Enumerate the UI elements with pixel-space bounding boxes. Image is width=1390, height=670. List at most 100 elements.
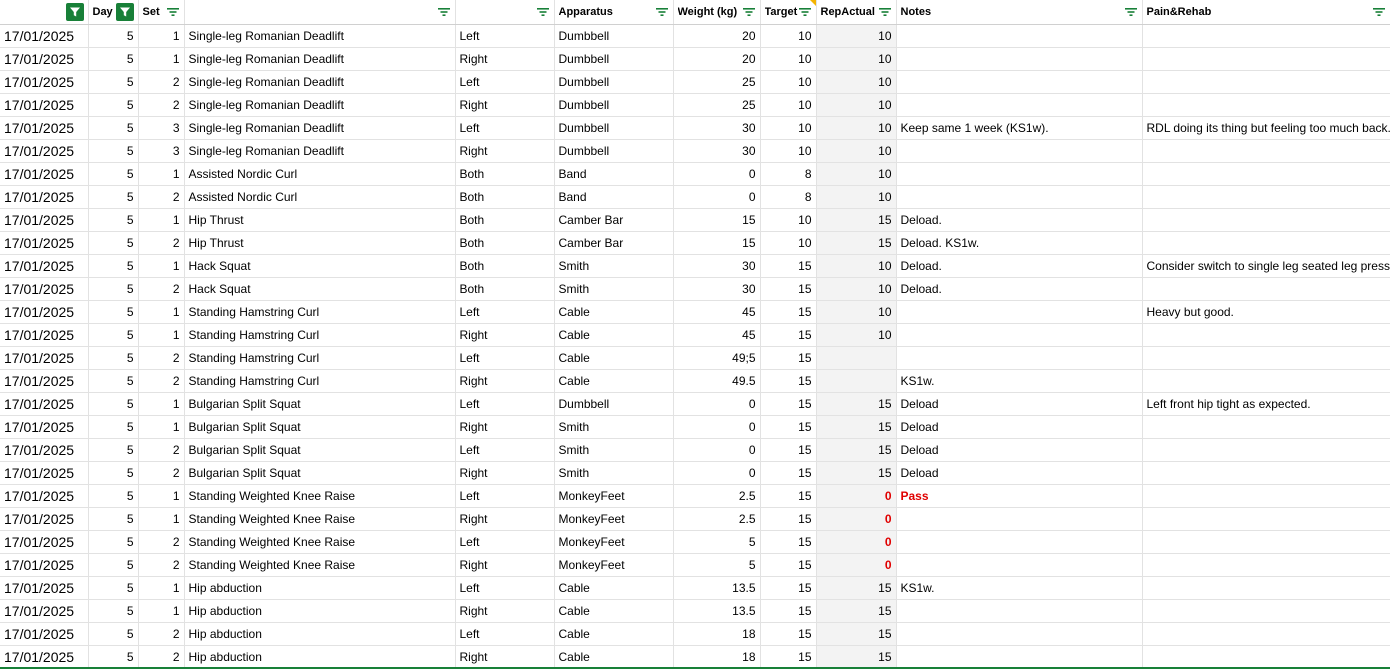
cell-repactual[interactable]: 15	[816, 415, 897, 439]
cell-day[interactable]: 5	[88, 93, 139, 117]
cell-notes[interactable]	[896, 622, 1143, 646]
cell-exercise[interactable]: Hip abduction	[184, 599, 456, 623]
cell-repactual[interactable]: 0	[816, 507, 897, 531]
cell-apparatus[interactable]: MonkeyFeet	[554, 507, 674, 531]
cell-exercise[interactable]: Standing Hamstring Curl	[184, 300, 456, 324]
cell-repactual[interactable]: 10	[816, 93, 897, 117]
cell-weight[interactable]: 0	[673, 162, 761, 186]
cell-side[interactable]: Left	[455, 576, 555, 600]
cell-date[interactable]: 17/01/2025	[0, 553, 89, 577]
cell-weight[interactable]: 2.5	[673, 507, 761, 531]
cell-notes[interactable]	[896, 346, 1143, 370]
cell-repactual[interactable]	[816, 346, 897, 370]
cell-repactual[interactable]: 15	[816, 208, 897, 232]
cell-date[interactable]: 17/01/2025	[0, 346, 89, 370]
cell-set[interactable]: 1	[138, 323, 185, 347]
cell-pain[interactable]: RDL doing its thing but feeling too much…	[1142, 116, 1390, 140]
cell-notes[interactable]: Deload.	[896, 277, 1143, 301]
cell-repactual[interactable]: 15	[816, 599, 897, 623]
cell-notes[interactable]: Deload. KS1w.	[896, 231, 1143, 255]
filter-icon[interactable]	[798, 5, 812, 19]
cell-notes[interactable]	[896, 530, 1143, 554]
cell-notes[interactable]	[896, 300, 1143, 324]
cell-pain[interactable]	[1142, 139, 1390, 163]
cell-target[interactable]: 15	[760, 507, 817, 531]
filter-icon[interactable]	[655, 5, 669, 19]
cell-side[interactable]: Both	[455, 231, 555, 255]
cell-set[interactable]: 1	[138, 507, 185, 531]
cell-day[interactable]: 5	[88, 599, 139, 623]
cell-repactual[interactable]: 15	[816, 231, 897, 255]
cell-side[interactable]: Both	[455, 185, 555, 209]
cell-apparatus[interactable]: Band	[554, 162, 674, 186]
cell-weight[interactable]: 25	[673, 93, 761, 117]
cell-day[interactable]: 5	[88, 369, 139, 393]
cell-repactual[interactable]: 15	[816, 576, 897, 600]
cell-weight[interactable]: 20	[673, 24, 761, 48]
cell-repactual[interactable]: 15	[816, 645, 897, 669]
cell-notes[interactable]	[896, 162, 1143, 186]
cell-set[interactable]: 1	[138, 415, 185, 439]
cell-side[interactable]: Right	[455, 599, 555, 623]
cell-exercise[interactable]: Standing Weighted Knee Raise	[184, 553, 456, 577]
cell-weight[interactable]: 45	[673, 323, 761, 347]
cell-notes[interactable]	[896, 323, 1143, 347]
cell-pain[interactable]	[1142, 47, 1390, 71]
column-header-date[interactable]	[0, 0, 89, 25]
cell-date[interactable]: 17/01/2025	[0, 162, 89, 186]
cell-side[interactable]: Right	[455, 47, 555, 71]
cell-weight[interactable]: 30	[673, 254, 761, 278]
cell-day[interactable]: 5	[88, 231, 139, 255]
cell-notes[interactable]: Deload	[896, 461, 1143, 485]
cell-target[interactable]: 15	[760, 369, 817, 393]
cell-side[interactable]: Right	[455, 645, 555, 669]
cell-exercise[interactable]: Single-leg Romanian Deadlift	[184, 116, 456, 140]
cell-exercise[interactable]: Hip Thrust	[184, 231, 456, 255]
cell-repactual[interactable]: 15	[816, 461, 897, 485]
cell-target[interactable]: 15	[760, 576, 817, 600]
cell-notes[interactable]: Deload.	[896, 208, 1143, 232]
cell-apparatus[interactable]: Cable	[554, 346, 674, 370]
cell-target[interactable]: 15	[760, 346, 817, 370]
cell-apparatus[interactable]: Cable	[554, 369, 674, 393]
cell-side[interactable]: Left	[455, 300, 555, 324]
cell-day[interactable]: 5	[88, 553, 139, 577]
cell-apparatus[interactable]: Dumbbell	[554, 93, 674, 117]
cell-day[interactable]: 5	[88, 185, 139, 209]
cell-target[interactable]: 15	[760, 254, 817, 278]
cell-target[interactable]: 8	[760, 185, 817, 209]
cell-day[interactable]: 5	[88, 346, 139, 370]
cell-day[interactable]: 5	[88, 70, 139, 94]
cell-target[interactable]: 8	[760, 162, 817, 186]
cell-date[interactable]: 17/01/2025	[0, 438, 89, 462]
cell-repactual[interactable]: 10	[816, 185, 897, 209]
cell-apparatus[interactable]: Camber Bar	[554, 208, 674, 232]
cell-target[interactable]: 15	[760, 300, 817, 324]
cell-exercise[interactable]: Bulgarian Split Squat	[184, 392, 456, 416]
cell-date[interactable]: 17/01/2025	[0, 576, 89, 600]
cell-pain[interactable]: Heavy but good.	[1142, 300, 1390, 324]
cell-day[interactable]: 5	[88, 277, 139, 301]
cell-repactual[interactable]: 10	[816, 70, 897, 94]
cell-notes[interactable]	[896, 507, 1143, 531]
cell-day[interactable]: 5	[88, 392, 139, 416]
cell-exercise[interactable]: Standing Weighted Knee Raise	[184, 507, 456, 531]
cell-weight[interactable]: 45	[673, 300, 761, 324]
cell-date[interactable]: 17/01/2025	[0, 461, 89, 485]
cell-pain[interactable]	[1142, 162, 1390, 186]
cell-day[interactable]: 5	[88, 461, 139, 485]
cell-apparatus[interactable]: Smith	[554, 461, 674, 485]
cell-apparatus[interactable]: Dumbbell	[554, 70, 674, 94]
cell-pain[interactable]: Left front hip tight as expected.	[1142, 392, 1390, 416]
cell-apparatus[interactable]: Dumbbell	[554, 139, 674, 163]
cell-target[interactable]: 10	[760, 24, 817, 48]
cell-set[interactable]: 1	[138, 208, 185, 232]
cell-apparatus[interactable]: Band	[554, 185, 674, 209]
cell-target[interactable]: 15	[760, 438, 817, 462]
active-filter-funnel-icon[interactable]	[65, 3, 84, 21]
filter-icon[interactable]	[166, 5, 180, 19]
cell-notes[interactable]	[896, 553, 1143, 577]
cell-pain[interactable]	[1142, 24, 1390, 48]
cell-apparatus[interactable]: Cable	[554, 622, 674, 646]
cell-date[interactable]: 17/01/2025	[0, 139, 89, 163]
